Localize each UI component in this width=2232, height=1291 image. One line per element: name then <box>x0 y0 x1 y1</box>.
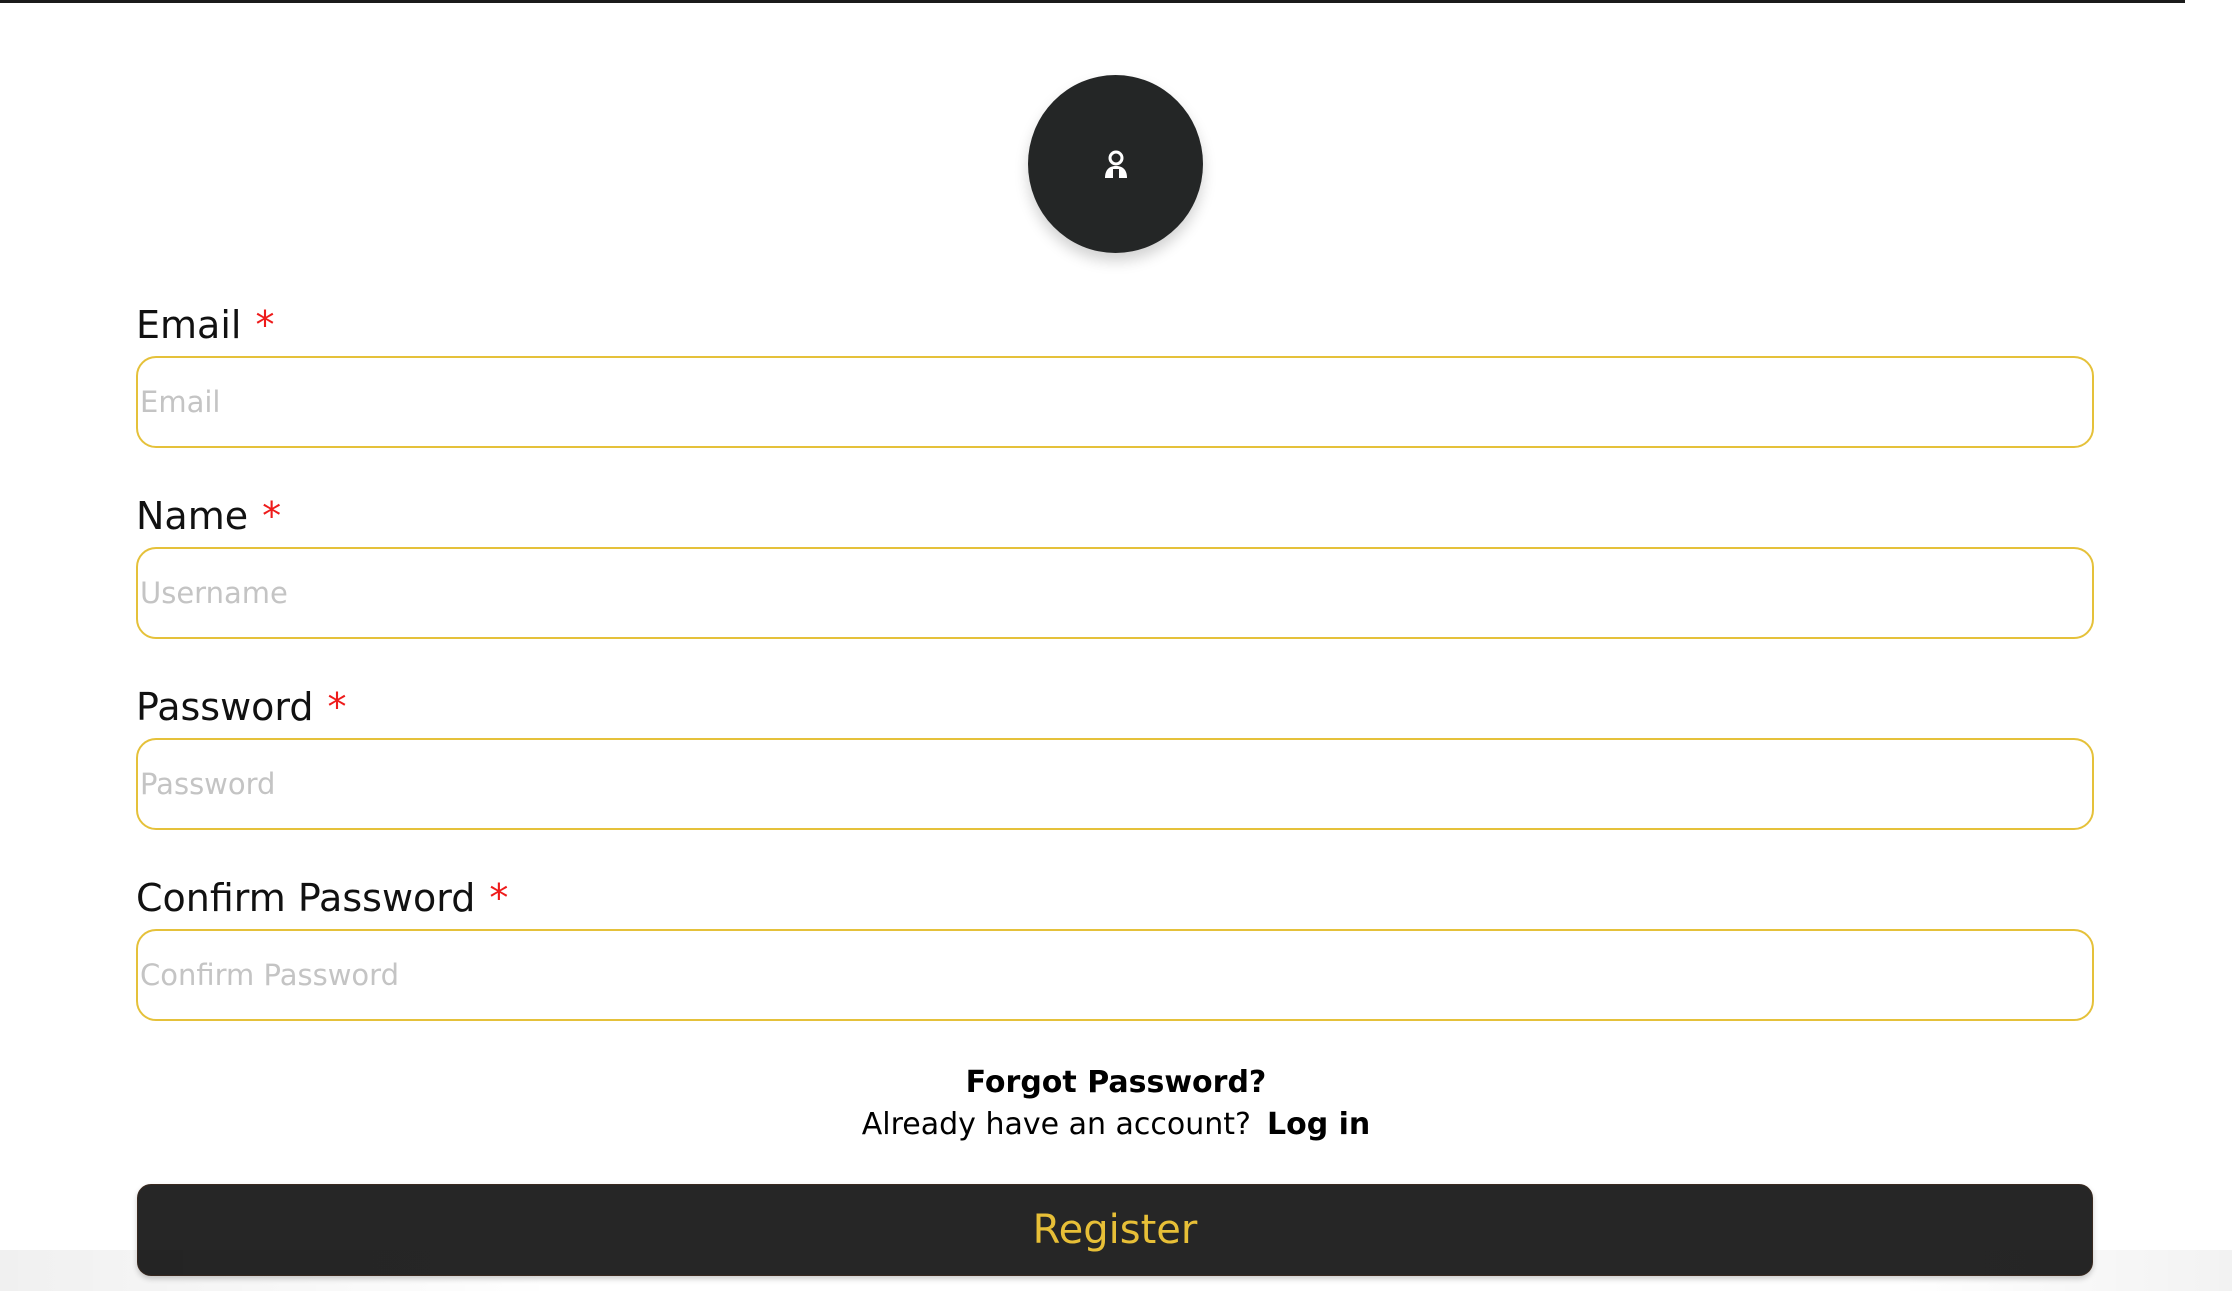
confirm-password-input[interactable] <box>136 929 2094 1021</box>
user-icon <box>1104 150 1127 178</box>
top-border <box>0 0 2185 3</box>
password-input[interactable] <box>136 738 2094 830</box>
login-prompt-text: Already have an account? <box>861 1107 1251 1142</box>
required-mark: * <box>262 494 282 538</box>
forgot-password-link[interactable]: Forgot Password? <box>0 1068 2232 1098</box>
register-button[interactable]: Register <box>137 1184 2093 1276</box>
email-input[interactable] <box>136 356 2094 448</box>
password-label: Password * <box>136 685 347 729</box>
required-mark: * <box>327 685 347 729</box>
name-label: Name * <box>136 494 282 538</box>
required-mark: * <box>489 876 509 920</box>
username-input[interactable] <box>136 547 2094 639</box>
required-mark: * <box>255 303 275 347</box>
login-link[interactable]: Log in <box>1267 1107 1370 1142</box>
email-label: Email * <box>136 303 275 347</box>
login-prompt-row: Already have an account? Log in <box>0 1110 2232 1140</box>
avatar[interactable] <box>1028 75 1203 253</box>
confirm-password-label: Confirm Password * <box>136 876 509 920</box>
